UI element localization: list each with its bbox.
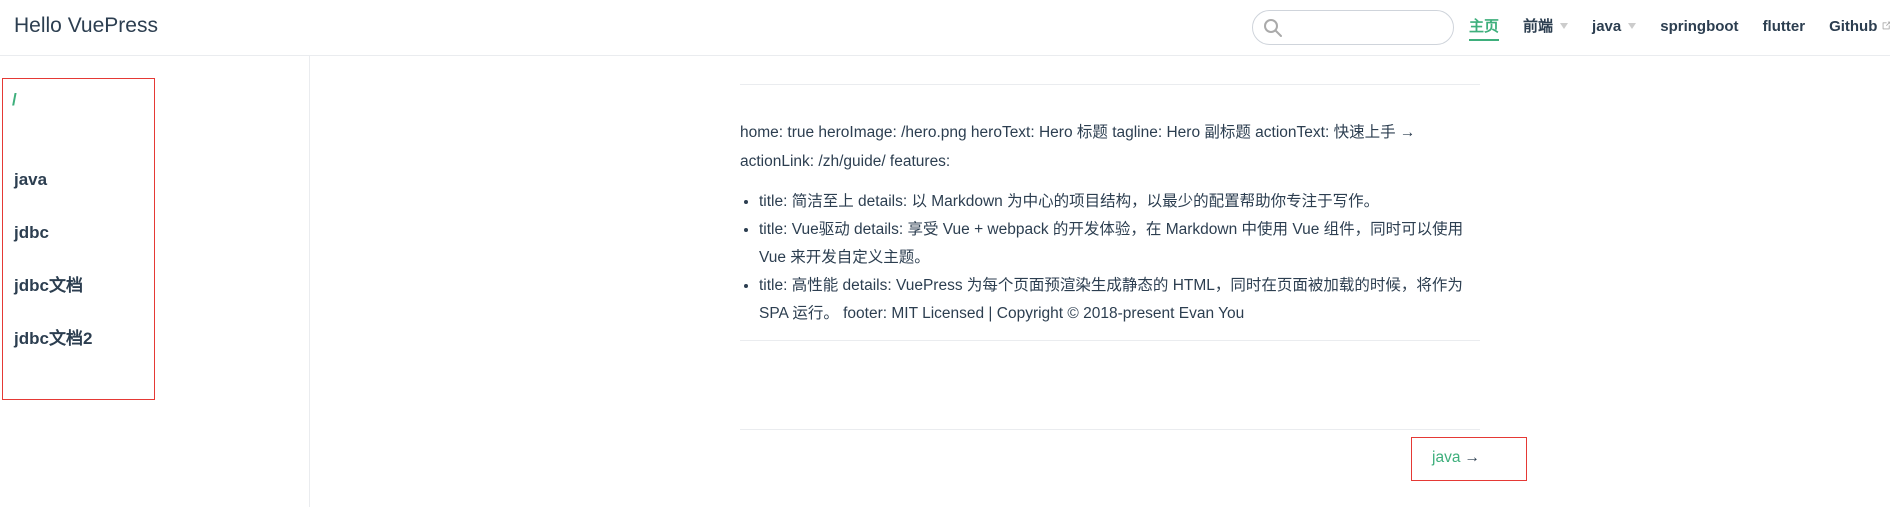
divider [740,84,1480,85]
list-item: title: 简洁至上 details: 以 Markdown 为中心的项目结构… [759,188,1480,216]
nav-item-label: 主页 [1469,18,1500,35]
list-item: title: 高性能 details: VuePress 为每个页面预渲染生成静… [759,272,1480,328]
nav-item-flutter[interactable]: flutter [1763,17,1806,37]
next-page-link[interactable]: java → [1432,449,1480,467]
nav-item-frontend[interactable]: 前端 [1523,17,1569,37]
features-list: title: 简洁至上 details: 以 Markdown 为中心的项目结构… [740,188,1480,328]
sidebar-item-java[interactable]: java [14,170,47,190]
nav-links: 主页 前端 java springboot flutter Github [1469,17,1890,41]
sidebar-item-jdbc[interactable]: jdbc [14,223,49,243]
chevron-down-icon [1560,23,1569,30]
sidebar-item-jdbc-doc-2[interactable]: jdbc文档2 [14,329,92,349]
arrow-right-icon: → [1464,449,1480,466]
frontmatter-line: home: true heroImage: /hero.png heroText… [740,124,1416,141]
nav-item-home[interactable]: 主页 [1469,17,1500,41]
chevron-down-icon [1628,23,1637,30]
search-icon [1264,19,1282,37]
next-page-label: java [1432,449,1461,466]
frontmatter-paragraph: home: true heroImage: /hero.png heroText… [740,118,1490,176]
nav-item-label: 前端 [1523,18,1554,35]
search-box[interactable] [1252,10,1454,45]
nav-item-github[interactable]: Github [1829,17,1890,37]
nav-item-label: java [1592,18,1622,35]
list-item: title: Vue驱动 details: 享受 Vue + webpack 的… [759,216,1480,272]
external-link-icon [1883,21,1890,29]
sidebar-item-jdbc-doc[interactable]: jdbc文档 [14,276,83,296]
nav-item-label: springboot [1660,18,1739,35]
navbar: Hello VuePress 主页 前端 java springboot flu… [0,0,1890,56]
nav-item-springboot[interactable]: springboot [1660,17,1738,37]
nav-item-java[interactable]: java [1592,17,1637,37]
site-title[interactable]: Hello VuePress [14,14,158,38]
nav-item-label: Github [1829,18,1878,35]
divider [740,340,1480,341]
page-nav-divider [740,429,1480,430]
sidebar-root-link[interactable]: / [12,90,17,110]
search-input[interactable] [1287,15,1447,40]
nav-item-label: flutter [1762,18,1806,35]
frontmatter-line: actionLink: /zh/guide/ features: [740,153,951,170]
